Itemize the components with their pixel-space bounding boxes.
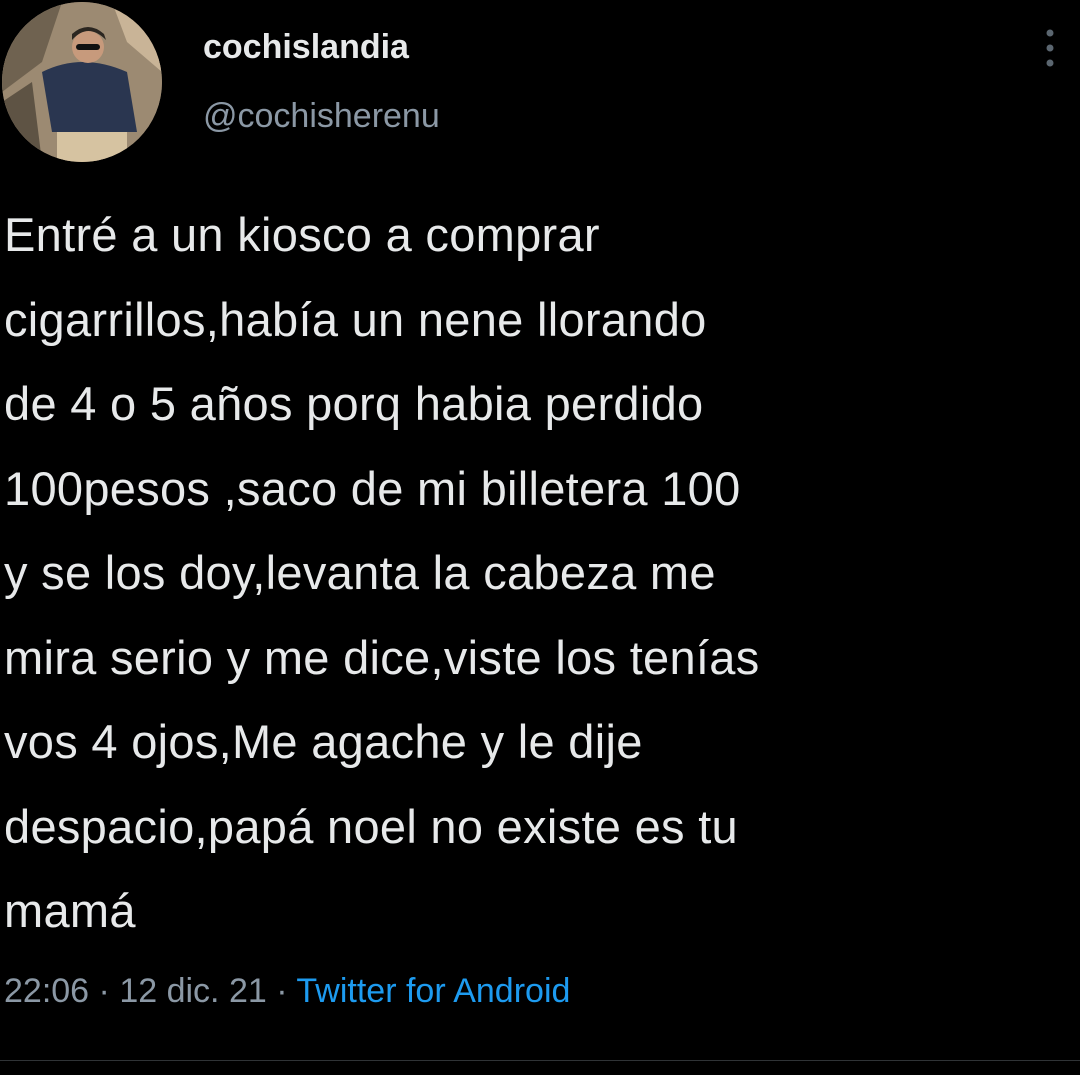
more-options-icon[interactable] xyxy=(1030,24,1070,74)
tweet-time[interactable]: 22:06 xyxy=(4,972,89,1010)
meta-separator: · xyxy=(276,972,288,1010)
avatar[interactable] xyxy=(2,2,162,162)
user-handle[interactable]: @cochisherenu xyxy=(203,97,440,136)
display-name[interactable]: cochislandia xyxy=(203,28,409,67)
tweet-source[interactable]: Twitter for Android xyxy=(296,972,570,1010)
divider xyxy=(0,1060,1080,1061)
tweet-text: Entré a un kiosco a comprar cigarrillos,… xyxy=(4,208,760,937)
tweet: cochislandia @cochisherenu Entré a un ki… xyxy=(0,0,1080,1075)
avatar-image xyxy=(2,2,162,162)
tweet-date[interactable]: 12 dic. 21 xyxy=(119,972,266,1010)
meta-separator: · xyxy=(98,972,110,1010)
tweet-meta: 22:06 · 12 dic. 21 · Twitter for Android xyxy=(4,972,570,1011)
